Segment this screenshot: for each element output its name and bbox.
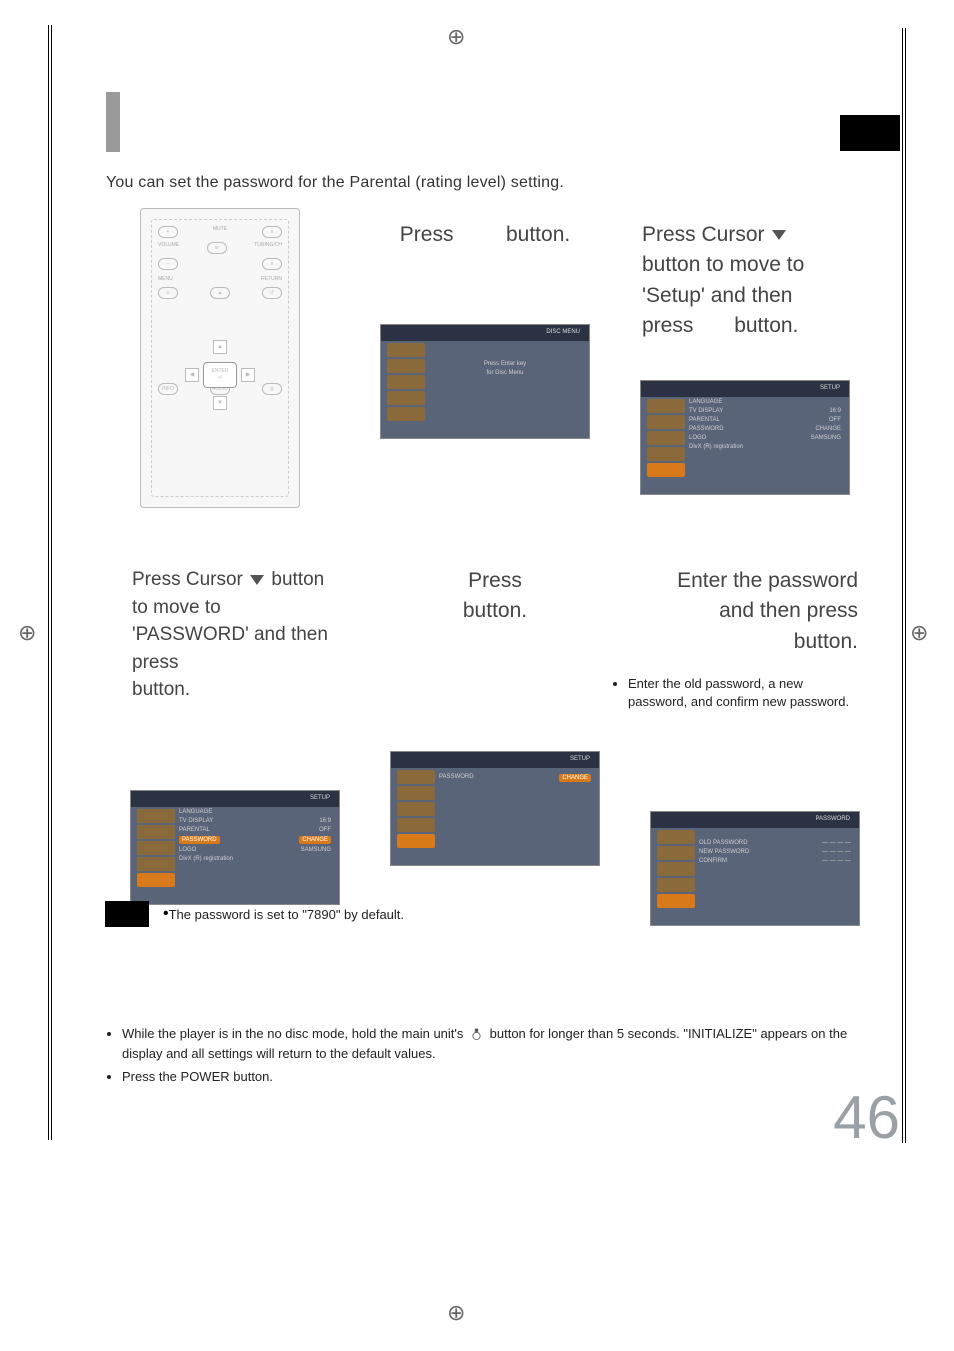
osd-line: CONFIRM (699, 858, 727, 864)
osd-line: LANGUAGE (179, 809, 212, 815)
forgot-bullet: Press the POWER button. (122, 1067, 866, 1087)
osd-line: PARENTAL (689, 417, 720, 423)
osd-line: Press Enter key (484, 361, 526, 367)
step-2: Press Cursor button to move to 'Setup' a… (640, 200, 850, 508)
osd-line: LOGO (689, 435, 706, 441)
crop-rule (48, 25, 49, 1140)
cursor-down-icon (250, 575, 264, 585)
step-5-note: Enter the old password, a new password, … (612, 675, 852, 710)
remote-label: MUTE (213, 226, 227, 238)
osd-line: TV DISPLAY (179, 818, 213, 824)
crop-rule (902, 28, 903, 1143)
registration-mark-icon: ⊕ (447, 24, 465, 50)
remote-label: TUNING/CH (254, 242, 282, 254)
osd-line: NEW PASSWORD (699, 849, 749, 855)
note-text: The password is set to "7890" by default… (169, 907, 404, 922)
osd-line: LOGO (179, 847, 196, 853)
page-number: 46 (833, 1083, 900, 1152)
osd-line: PASSWORD (689, 426, 724, 432)
cursor-down-icon (772, 230, 786, 240)
crop-rule (51, 25, 52, 1140)
registration-mark-icon: ⊕ (18, 620, 36, 646)
section-tab (840, 115, 900, 151)
registration-mark-icon: ⊕ (910, 620, 928, 646)
step-text: button. (734, 314, 798, 337)
forgot-bullet: While the player is in the no disc mode,… (122, 1024, 866, 1063)
remote-illustration-cell: +MUTE∧ VOLUME⊘TUNING/CH −∨ MENURETURN ≡▲… (130, 200, 330, 508)
remote-label: RETURN (261, 276, 282, 283)
osd-line: PASSWORD (179, 836, 220, 844)
default-password-note: • The password is set to "7890" by defau… (105, 901, 404, 927)
osd-screenshot: SETUP LANGUAGE TV DISPLAY16:9 PARENTALOF… (130, 790, 340, 905)
step-text: button. (132, 679, 190, 700)
stop-button-icon (470, 1026, 483, 1039)
note-bullet: Enter the old password, a new password, … (628, 675, 852, 710)
osd-line: PARENTAL (179, 827, 210, 833)
step-text: button. (794, 630, 858, 653)
step-3: Press Cursor button to move to 'PASSWORD… (130, 546, 340, 926)
osd-line: DivX (R) registration (689, 444, 743, 450)
remote-label: INFO (158, 383, 178, 395)
title-accent (106, 92, 120, 152)
step-text: Press Cursor (132, 569, 243, 590)
osd-screenshot: DISC MENU Press Enter key for Disc Menu (380, 324, 590, 439)
remote-label: VOLUME (158, 242, 179, 254)
remote-label: MENU (158, 276, 173, 283)
note-badge (105, 901, 149, 927)
osd-line: for Disc Menu (486, 370, 523, 376)
intro-text: You can set the password for the Parenta… (106, 174, 564, 192)
step-1: Press button. DISC MENU Press Enter key … (380, 200, 590, 508)
registration-mark-icon: ⊕ (447, 1300, 465, 1326)
osd-screenshot: PASSWORD OLD PASSWORD— — — — NEW PASSWOR… (650, 811, 860, 926)
osd-line: LANGUAGE (689, 399, 722, 405)
osd-line: PASSWORD (439, 774, 474, 782)
step-text: Press Cursor (642, 223, 765, 246)
forgot-password-section: While the player is in the no disc mode,… (106, 1024, 866, 1091)
osd-screenshot: SETUP LANGUAGE TV DISPLAY16:9 PARENTALOF… (640, 380, 850, 495)
osd-line: OLD PASSWORD (699, 840, 748, 846)
osd-line: DivX (R) registration (179, 856, 233, 862)
step-text: Press (468, 569, 522, 592)
forgot-text: While the player is in the no disc mode,… (122, 1026, 463, 1041)
osd-line: TV DISPLAY (689, 408, 723, 414)
remote-label: ENTER (212, 368, 229, 375)
remote-illustration: +MUTE∧ VOLUME⊘TUNING/CH −∨ MENURETURN ≡▲… (140, 208, 300, 508)
osd-screenshot: SETUP PASSWORDCHANGE (390, 751, 600, 866)
steps-grid: +MUTE∧ VOLUME⊘TUNING/CH −∨ MENURETURN ≡▲… (130, 200, 850, 926)
manual-page: ⊕ ⊕ ⊕ ⊕ You can set the password for the… (0, 0, 954, 1351)
crop-rule (905, 28, 906, 1143)
step-text: button. (506, 223, 570, 246)
step-text: Enter the password and then press (677, 569, 858, 622)
enter-pad-icon: ▲▼◀▶ ENTER⏎ (185, 340, 255, 410)
step-text: Press (400, 223, 454, 246)
step-4: Press button. SETUP PASSWORDCHANGE (390, 546, 600, 926)
step-text: button. (463, 599, 527, 622)
step-5: Enter the password and then press button… (650, 546, 860, 926)
